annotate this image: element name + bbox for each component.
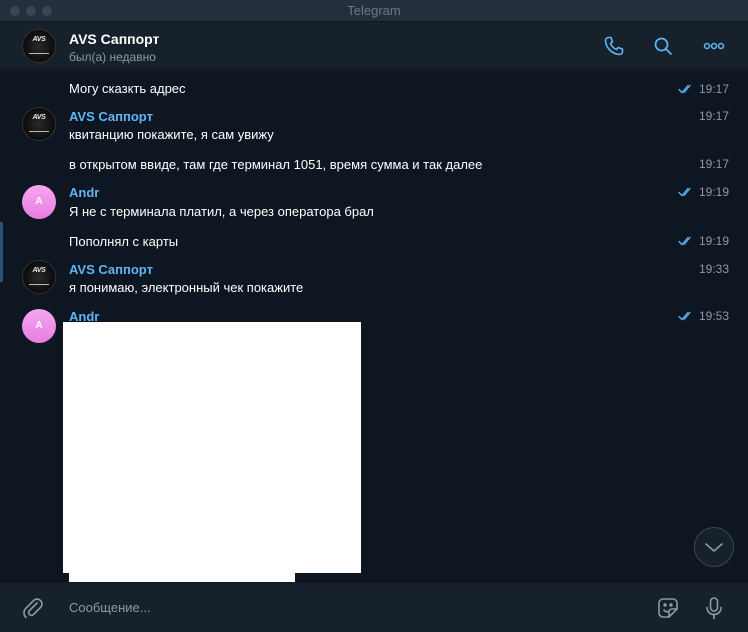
message-text[interactable]: Пополнял с карты <box>69 234 178 249</box>
window-titlebar: Telegram <box>0 0 748 22</box>
read-checkmarks-icon <box>678 309 694 321</box>
chevron-down-icon <box>705 543 723 552</box>
window-title: Telegram <box>347 3 401 18</box>
message-time: 19:19 <box>698 234 729 248</box>
message-time: 19:17 <box>698 82 729 96</box>
message-text[interactable]: Могу сказкть адрес <box>69 81 186 96</box>
selection-indicator <box>0 222 3 282</box>
message-composer: Сообщение... <box>0 582 748 632</box>
message-list[interactable]: Могу сказкть адрес 19:17 AVS AVS Саппорт… <box>0 71 748 582</box>
chat-status: был(а) недавно <box>69 50 156 64</box>
zoom-window-button[interactable] <box>42 6 52 16</box>
minimize-window-button[interactable] <box>26 6 36 16</box>
close-window-button[interactable] <box>10 6 20 16</box>
message-text[interactable]: я понимаю, электронный чек покажите <box>69 280 303 295</box>
attach-icon[interactable] <box>20 595 46 621</box>
phone-icon[interactable] <box>602 34 626 58</box>
message-author[interactable]: AVS Саппорт <box>69 262 153 277</box>
sender-avatar[interactable]: AVS <box>22 107 56 141</box>
scroll-to-bottom-button[interactable] <box>694 527 734 567</box>
chat-header: AVS AVS Саппорт был(а) недавно <box>0 22 748 70</box>
search-icon[interactable] <box>651 34 675 58</box>
message-author[interactable]: Andr <box>69 185 99 200</box>
message-image-attachment[interactable] <box>63 322 361 573</box>
message-text[interactable]: в открытом ввиде, там где терминал 1051,… <box>69 157 482 172</box>
message-input[interactable]: Сообщение... <box>69 600 151 615</box>
image-caption-redacted <box>69 573 295 582</box>
sender-avatar[interactable]: AVS <box>22 260 56 294</box>
sender-avatar[interactable]: A <box>22 309 56 343</box>
more-icon[interactable] <box>702 34 726 58</box>
message-text[interactable]: Я не с терминала платил, а через операто… <box>69 204 374 219</box>
message-time: 19:33 <box>698 262 729 276</box>
message-author[interactable]: AVS Саппорт <box>69 109 153 124</box>
message-time: 19:17 <box>698 109 729 123</box>
sticker-icon[interactable] <box>655 595 681 621</box>
chat-title[interactable]: AVS Саппорт <box>69 31 159 47</box>
message-time: 19:19 <box>698 185 729 199</box>
read-checkmarks-icon <box>678 82 694 94</box>
chat-avatar[interactable]: AVS <box>22 29 56 63</box>
message-text[interactable]: квитанцию покажите, я сам увижу <box>69 127 274 142</box>
window-controls[interactable] <box>10 6 52 16</box>
microphone-icon[interactable] <box>701 595 727 621</box>
sender-avatar[interactable]: A <box>22 185 56 219</box>
message-time: 19:17 <box>698 157 729 171</box>
read-checkmarks-icon <box>678 185 694 197</box>
read-checkmarks-icon <box>678 234 694 246</box>
message-time: 19:53 <box>698 309 729 323</box>
